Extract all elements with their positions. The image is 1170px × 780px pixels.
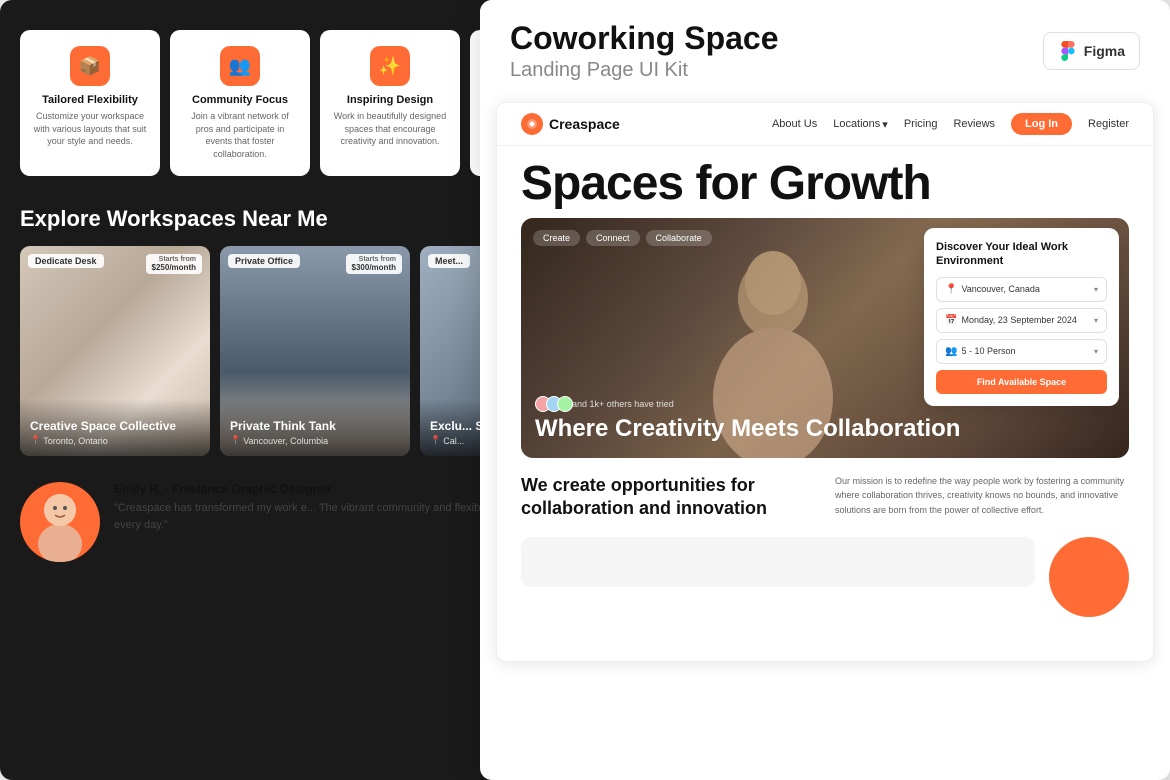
workspace-card-1[interactable]: Dedicate Desk Starts from $250/month Cre…: [20, 246, 210, 456]
price-label-1: Starts from: [152, 256, 196, 263]
right-panel: Coworking Space Landing Page UI Kit Figm…: [480, 0, 1170, 780]
workspace-tag-3: Meet...: [428, 254, 470, 268]
person-chevron-icon: ▾: [1094, 347, 1098, 356]
brand-bar: Coworking Space Landing Page UI Kit Figm…: [480, 0, 1170, 102]
hero-tags: Create Connect Collaborate: [533, 230, 712, 246]
person-value: 5 - 10 Person: [961, 346, 1015, 356]
feature-card-flexibility: 📦 Tailored Flexibility Customize your wo…: [20, 30, 160, 176]
date-chevron-icon: ▾: [1094, 316, 1098, 325]
hero-avatars-label: and 1k+ others have tried: [535, 396, 960, 412]
find-space-button[interactable]: Find Available Space: [936, 370, 1107, 394]
location-text-1: Toronto, Ontario: [43, 436, 108, 446]
landing-hero: Spaces for Growth Create Connect Collabo…: [497, 146, 1153, 458]
feature-card-title-3: Inspiring Design: [332, 94, 448, 106]
feature-card-desc-1: Customize your workspace with various la…: [32, 110, 148, 148]
chevron-down-icon: ▾: [882, 118, 888, 131]
decor-card-1: [521, 537, 1035, 587]
price-value-2: $300/month: [352, 263, 396, 272]
price-label-2: Starts from: [352, 256, 396, 263]
hero-bottom-text: and 1k+ others have tried Where Creativi…: [535, 396, 960, 442]
person-field[interactable]: 👥 5 - 10 Person ▾: [936, 339, 1107, 364]
figma-badge[interactable]: Figma: [1043, 32, 1140, 70]
discover-title: Discover Your Ideal Work Environment: [936, 240, 1107, 269]
hero-avatars: [535, 396, 568, 412]
nav-pricing[interactable]: Pricing: [904, 118, 938, 130]
workspace-location-1: 📍 Toronto, Ontario: [30, 435, 200, 446]
feature-card-design: ✨ Inspiring Design Work in beautifully d…: [320, 30, 460, 176]
avatar-3: [557, 396, 573, 412]
date-field[interactable]: 📅 Monday, 23 September 2024 ▾: [936, 308, 1107, 333]
workspace-name-1: Creative Space Collective: [30, 419, 200, 433]
location-chevron-icon: ▾: [1094, 285, 1098, 294]
workspace-tag-1: Dedicate Desk: [28, 254, 104, 268]
decor-orange-circle: [1049, 537, 1129, 617]
mission-desc: Our mission is to redefine the way peopl…: [835, 474, 1129, 517]
date-value: Monday, 23 September 2024: [961, 315, 1076, 325]
calendar-icon: 📅: [945, 315, 957, 326]
flexibility-icon: 📦: [70, 46, 110, 86]
hero-tag-collaborate: Collaborate: [646, 230, 712, 246]
nav-reviews[interactable]: Reviews: [953, 118, 995, 130]
feature-card-desc-3: Work in beautifully designed spaces that…: [332, 110, 448, 148]
feature-card-desc-2: Join a vibrant network of pros and parti…: [182, 110, 298, 160]
feature-card-title-1: Tailored Flexibility: [32, 94, 148, 106]
community-icon: 👥: [220, 46, 260, 86]
hero-image-area: Create Connect Collaborate Discover Your…: [521, 218, 1129, 458]
hero-main-subtitle: Where Creativity Meets Collaboration: [535, 416, 960, 442]
workspace-tag-2: Private Office: [228, 254, 300, 268]
location-text-2: Vancouver, Columbia: [243, 436, 328, 446]
hero-tag-create: Create: [533, 230, 580, 246]
brand-text-block: Coworking Space Landing Page UI Kit: [510, 20, 779, 82]
nav-locations[interactable]: Locations ▾: [833, 118, 888, 131]
nav-links: About Us Locations ▾ Pricing Reviews Log…: [772, 113, 1129, 135]
logo-text: Creaspace: [549, 116, 620, 132]
bottom-decor: [497, 537, 1153, 617]
hero-tag-connect: Connect: [586, 230, 640, 246]
mission-title: We create opportunities for collaboratio…: [521, 474, 815, 521]
discover-card: Discover Your Ideal Work Environment 📍 V…: [924, 228, 1119, 406]
hero-title: Spaces for Growth: [521, 160, 1129, 208]
login-button[interactable]: Log In: [1011, 113, 1072, 135]
landing-nav: Creaspace About Us Locations ▾ Pricing R…: [497, 103, 1153, 146]
figma-icon: [1058, 41, 1078, 61]
workspace-name-2: Private Think Tank: [230, 419, 400, 433]
workspace-price-2: Starts from $300/month: [346, 254, 402, 274]
pin-icon-3: 📍: [430, 435, 441, 446]
mission-section: We create opportunities for collaboratio…: [497, 458, 1153, 537]
design-icon: ✨: [370, 46, 410, 86]
workspace-card-2[interactable]: Private Office Starts from $300/month Pr…: [220, 246, 410, 456]
feature-card-community: 👥 Community Focus Join a vibrant network…: [170, 30, 310, 176]
nav-about[interactable]: About Us: [772, 118, 817, 130]
avatar-illustration: [20, 482, 100, 562]
price-value-1: $250/month: [152, 263, 196, 272]
person-icon: 👥: [945, 346, 957, 357]
workspace-card-2-bottom: Private Think Tank 📍 Vancouver, Columbia: [220, 399, 410, 456]
brand-title: Coworking Space: [510, 20, 779, 57]
logo-svg: [526, 118, 538, 130]
workspace-card-1-bottom: Creative Space Collective 📍 Toronto, Ont…: [20, 399, 210, 456]
workspace-location-2: 📍 Vancouver, Columbia: [230, 435, 400, 446]
pin-icon-1: 📍: [30, 435, 41, 446]
location-value: Vancouver, Canada: [961, 284, 1039, 294]
pin-icon-2: 📍: [230, 435, 241, 446]
feature-card-title-2: Community Focus: [182, 94, 298, 106]
logo-icon: [521, 113, 543, 135]
location-field[interactable]: 📍 Vancouver, Canada ▾: [936, 277, 1107, 302]
figma-label: Figma: [1084, 43, 1125, 59]
brand-subtitle: Landing Page UI Kit: [510, 59, 779, 82]
landing-mockup: Creaspace About Us Locations ▾ Pricing R…: [496, 102, 1154, 662]
testimonial-avatar: [20, 482, 100, 562]
workspace-price-1: Starts from $250/month: [146, 254, 202, 274]
register-button[interactable]: Register: [1088, 118, 1129, 130]
location-pin-icon: 📍: [945, 284, 957, 295]
landing-logo: Creaspace: [521, 113, 620, 135]
location-text-3: Cal...: [443, 436, 464, 446]
